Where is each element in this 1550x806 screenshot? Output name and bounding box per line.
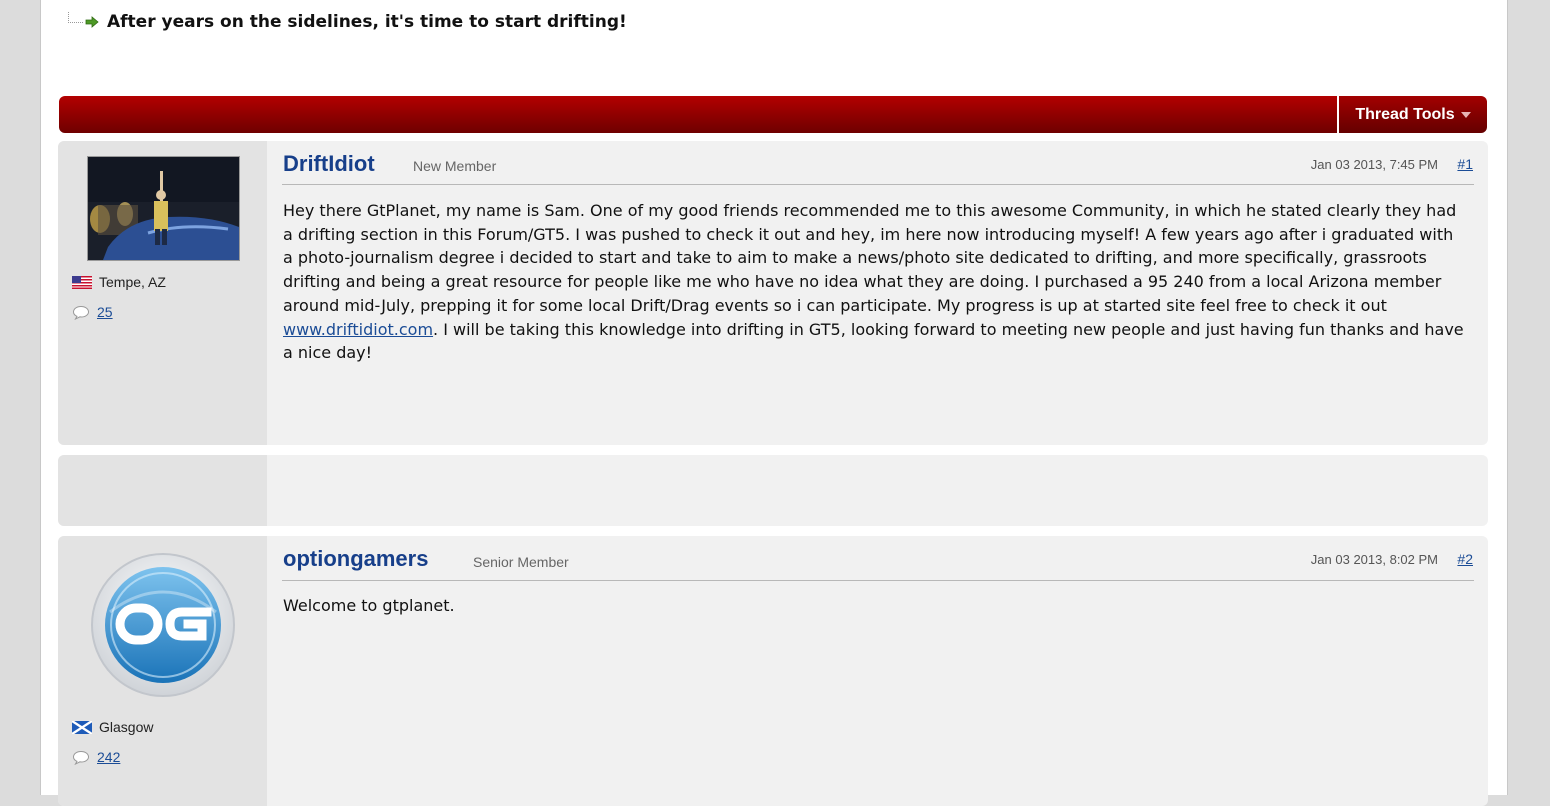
post-body: Welcome to gtplanet. <box>283 596 455 615</box>
location-text: Tempe, AZ <box>99 274 166 290</box>
tree-connector <box>68 11 83 23</box>
user-post-count: 25 <box>72 304 113 320</box>
post-count-link[interactable]: 25 <box>97 304 113 320</box>
post-header-divider <box>282 580 1474 581</box>
post-number-link[interactable]: #2 <box>1457 551 1473 567</box>
post-2: Glasgow 242 optiongamers Senior Member J… <box>58 536 1488 806</box>
post-body-text-end: . I will be taking this knowledge into d… <box>283 319 1464 363</box>
post-separator <box>58 455 1488 526</box>
speech-bubble-icon <box>72 305 90 320</box>
chevron-down-icon <box>1460 111 1471 118</box>
avatar[interactable] <box>90 552 236 698</box>
user-location: Tempe, AZ <box>72 274 166 290</box>
post-header-divider <box>282 184 1474 185</box>
us-flag-icon <box>72 275 92 289</box>
post-number-link[interactable]: #1 <box>1457 156 1473 172</box>
thread-title: After years on the sidelines, it's time … <box>107 12 627 32</box>
scotland-flag-icon <box>72 720 92 734</box>
user-rank: New Member <box>413 158 497 174</box>
thread-header-bar <box>59 96 1337 133</box>
thread-title-row: After years on the sidelines, it's time … <box>68 11 627 33</box>
avatar[interactable] <box>87 156 240 261</box>
breadcrumb[interactable] <box>118 0 748 2</box>
speech-bubble-icon <box>72 750 90 765</box>
thread-tools-button[interactable]: Thread Tools <box>1339 96 1487 133</box>
thread-tools-label: Thread Tools <box>1355 105 1455 123</box>
post-date: Jan 03 2013, 7:45 PM <box>1310 157 1438 172</box>
post-date: Jan 03 2013, 8:02 PM <box>1310 552 1438 567</box>
user-rank: Senior Member <box>473 554 569 570</box>
username-link[interactable]: DriftIdiot <box>283 151 375 177</box>
post-1: Tempe, AZ 25 DriftIdiot New Member Jan 0… <box>58 141 1488 445</box>
avatar-photo-image <box>88 157 239 260</box>
website-link[interactable]: www.driftidiot.com <box>283 320 433 339</box>
username-link[interactable]: optiongamers <box>283 546 428 572</box>
post-body-text: Hey there GtPlanet, my name is Sam. One … <box>283 201 1457 315</box>
post-count-link[interactable]: 242 <box>97 749 120 765</box>
location-text: Glasgow <box>99 719 154 735</box>
arrow-right-icon <box>85 16 99 28</box>
post-body: Hey there GtPlanet, my name is Sam. One … <box>283 199 1468 365</box>
user-post-count: 242 <box>72 749 120 765</box>
user-location: Glasgow <box>72 719 153 735</box>
separator-side <box>58 455 267 526</box>
